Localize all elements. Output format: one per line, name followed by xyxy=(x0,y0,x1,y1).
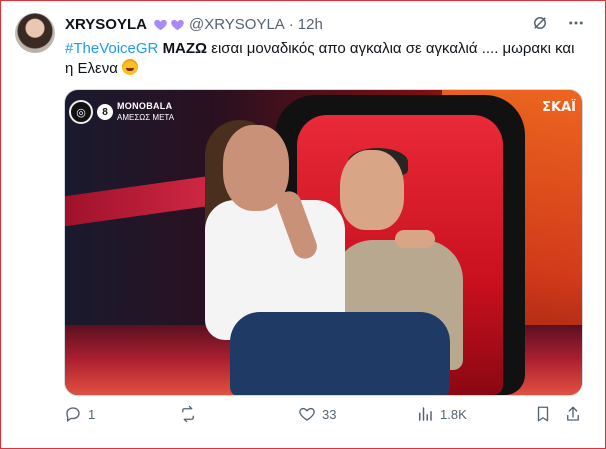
badge-text: MONOBALA ΑΜΕΣΩΣ ΜΕΤΑ xyxy=(117,101,174,123)
stage-stripe xyxy=(65,173,225,227)
like-button[interactable]: 33 xyxy=(298,405,336,423)
share-icon xyxy=(567,406,579,421)
tweet-card: XRYSOYLA @XRYSOYLA · 12h #TheVoiceGR ΜΑΖ… xyxy=(0,0,606,449)
views-button[interactable]: 1.8K xyxy=(416,405,467,423)
bold-text: ΜΑΖΩ xyxy=(162,40,208,57)
display-name[interactable]: XRYSOYLA xyxy=(65,16,147,33)
more-dots-icon[interactable] xyxy=(567,14,585,32)
retweet-icon xyxy=(182,405,194,423)
grok-icon[interactable] xyxy=(531,14,549,32)
reply-button[interactable]: 1 xyxy=(64,405,95,423)
views-icon xyxy=(419,407,432,421)
reply-icon xyxy=(66,407,80,423)
header-icons xyxy=(531,14,585,32)
badge-logo-icon: ◎ xyxy=(69,100,93,124)
retweet-button[interactable] xyxy=(179,405,203,423)
reply-count: 1 xyxy=(88,406,96,422)
man-hand xyxy=(395,230,435,248)
views-count: 1.8K xyxy=(440,406,467,422)
badge-number: 8 xyxy=(97,104,113,120)
like-icon xyxy=(299,407,315,421)
bookmark-button[interactable] xyxy=(534,405,552,423)
badge-title: MONOBALA xyxy=(117,101,173,111)
separator: · xyxy=(288,15,294,33)
purple-heart-icon xyxy=(154,19,167,30)
avatar[interactable] xyxy=(15,13,55,53)
handle[interactable]: @XRYSOYLA xyxy=(189,16,285,33)
heart-emojis xyxy=(153,17,185,32)
bookmark-icon xyxy=(537,406,549,422)
tweet-header: XRYSOYLA @XRYSOYLA · 12h xyxy=(65,14,585,34)
like-count: 33 xyxy=(322,406,337,422)
tweet-media-image[interactable]: ◎ 8 MONOBALA ΑΜΕΣΩΣ ΜΕΤΑ ΣΚΑΪ xyxy=(64,89,583,396)
channel-logo: ΣΚΑΪ xyxy=(542,100,576,115)
timestamp[interactable]: 12h xyxy=(298,16,323,33)
hashtag-link[interactable]: #TheVoiceGR xyxy=(65,40,158,57)
purple-heart-icon xyxy=(171,19,184,30)
share-button[interactable] xyxy=(564,405,582,423)
action-bar: 1 33 1.8K xyxy=(64,405,584,429)
show-badge: ◎ 8 MONOBALA ΑΜΕΣΩΣ ΜΕΤΑ xyxy=(69,100,174,124)
badge-subtitle: ΑΜΕΣΩΣ ΜΕΤΑ xyxy=(117,113,175,122)
woman-jeans xyxy=(230,312,450,395)
man-head xyxy=(340,150,404,230)
laughing-emoji-icon xyxy=(122,59,139,75)
tweet-text: #TheVoiceGR ΜΑΖΩ εισαι μοναδικός απο αγκ… xyxy=(65,39,585,79)
